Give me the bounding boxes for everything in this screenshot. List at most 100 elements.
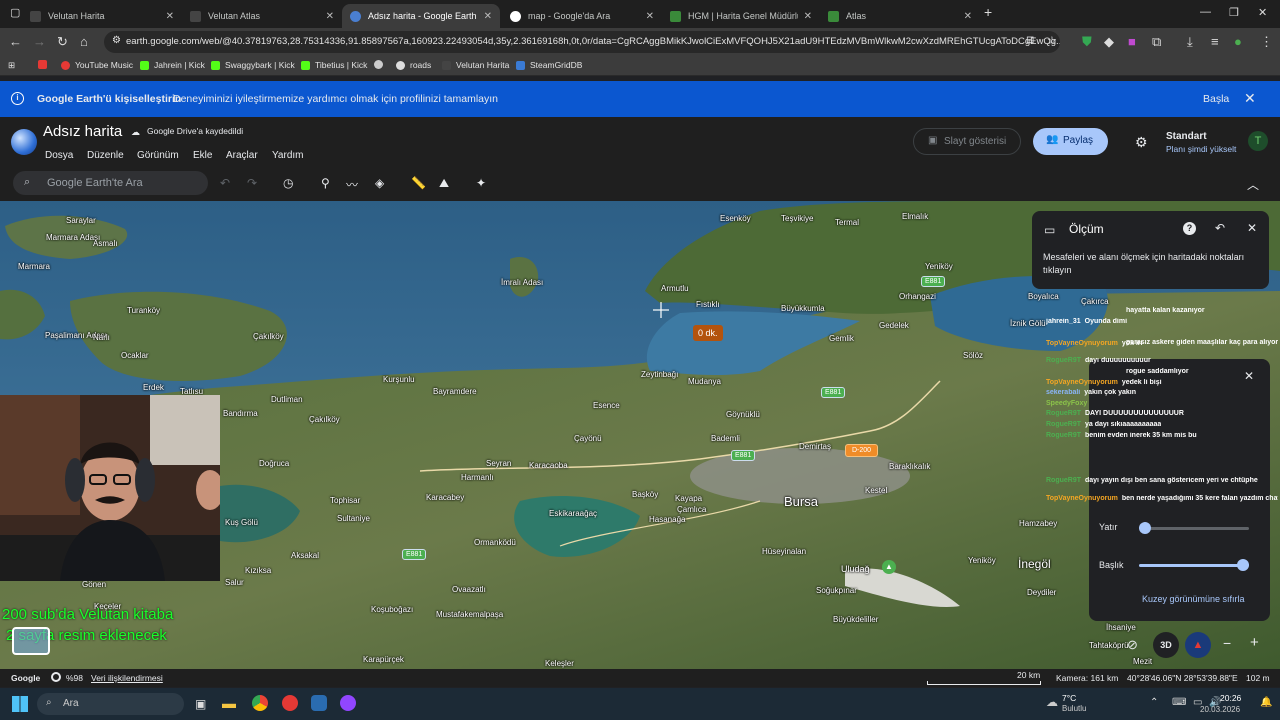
taskbar-search[interactable]: ⌕ Ara <box>37 693 184 715</box>
forward-icon[interactable]: → <box>33 34 46 49</box>
bookmark-swaggybark[interactable]: Swaggybark | Kick <box>211 60 295 70</box>
browser-tab[interactable]: Atlas ✕ <box>820 4 980 28</box>
tray-chevron-icon[interactable]: ⌃ <box>1150 697 1158 708</box>
close-tab-icon[interactable]: ✕ <box>326 11 334 22</box>
record-app-icon[interactable] <box>282 695 298 711</box>
url-text: earth.google.com/web/@40.37819763,28.753… <box>126 36 1060 47</box>
chat-text: dayı duuuuuuuuuur <box>1085 357 1151 364</box>
browser-tab[interactable]: map - Google'da Ara ✕ <box>502 4 662 28</box>
redo-icon[interactable]: ↷ <box>247 176 257 190</box>
collapse-toolbar-icon[interactable]: ︿ <box>1247 176 1259 193</box>
zoom-in-icon[interactable]: + <box>1250 634 1259 651</box>
compass-icon[interactable]: ▲ <box>1185 632 1211 658</box>
3d-button[interactable]: 3D <box>1153 632 1179 658</box>
layers-icon[interactable]: ◈ <box>375 176 384 190</box>
tilt-slider-knob[interactable] <box>1139 522 1151 534</box>
banner-close-icon[interactable]: ✕ <box>1244 90 1256 107</box>
measure-undo-icon[interactable]: ↶ <box>1215 221 1225 235</box>
view-panel-close-icon[interactable]: ✕ <box>1244 369 1254 383</box>
help-icon[interactable]: ? <box>1183 222 1196 235</box>
reading-list-icon[interactable]: ≡ <box>1211 34 1219 49</box>
chrome-icon[interactable] <box>252 695 268 711</box>
reset-north-button[interactable]: Kuzey görünümüne sıfırla <box>1142 594 1245 604</box>
menu-tools[interactable]: Araçlar <box>226 150 258 161</box>
chat-message: hayatta kalan kazanıyor <box>1126 307 1205 314</box>
close-tab-icon[interactable]: ✕ <box>646 11 654 22</box>
bookmark-tibetius[interactable]: Tibetius | Kick <box>301 60 367 70</box>
keyboard-icon[interactable]: ⌨ <box>1172 697 1186 708</box>
profile-avatar-icon[interactable]: ● <box>1234 34 1242 49</box>
satellite-tool-icon[interactable]: ✦ <box>476 176 486 190</box>
bookmark-jahrein[interactable]: Jahrein | Kick <box>140 60 205 70</box>
document-title[interactable]: Adsız harita <box>43 123 122 140</box>
heading-slider[interactable] <box>1139 559 1249 571</box>
kick-icon <box>301 60 310 70</box>
elevation-profile-icon[interactable]: ⛰ <box>439 176 449 191</box>
file-explorer-icon[interactable]: ▬ <box>222 695 236 711</box>
download-icon[interactable]: ⤓ <box>1187 34 1193 50</box>
close-window-icon[interactable]: ✕ <box>1258 6 1267 19</box>
menu-edit[interactable]: Düzenle <box>87 150 124 161</box>
obs-icon[interactable] <box>340 695 356 711</box>
history-icon[interactable]: ◷ <box>283 176 293 190</box>
data-attribution-link[interactable]: Veri ilişkilendirmesi <box>91 673 163 683</box>
menu-insert[interactable]: Ekle <box>193 150 212 161</box>
task-view-icon[interactable]: ▣ <box>195 697 206 711</box>
menu-view[interactable]: Görünüm <box>137 150 179 161</box>
steam-icon[interactable] <box>311 695 327 711</box>
banner-start-button[interactable]: Başla <box>1203 93 1229 105</box>
apps-grid-icon[interactable]: ⊞ <box>8 60 15 71</box>
back-icon[interactable]: ← <box>9 34 22 49</box>
notification-icon[interactable]: 🔔 <box>1260 697 1272 708</box>
account-avatar[interactable]: T <box>1248 131 1268 151</box>
heading-slider-knob[interactable] <box>1237 559 1249 571</box>
extensions-puzzle-icon[interactable]: ⧉ <box>1152 34 1161 50</box>
extension-purple-icon[interactable]: ■ <box>1128 34 1136 49</box>
reload-icon[interactable]: ↻ <box>57 34 68 50</box>
slideshow-button[interactable]: ▣ Slayt gösterisi <box>913 128 1021 155</box>
close-tab-icon[interactable]: ✕ <box>166 11 174 22</box>
maximize-icon[interactable]: ❐ <box>1229 6 1239 19</box>
share-button[interactable]: 👥 Paylaş <box>1033 128 1108 155</box>
toggle-3d-off-icon[interactable]: ⊘ <box>1127 637 1138 653</box>
settings-gear-icon[interactable]: ⚙ <box>1135 134 1148 151</box>
close-tab-icon[interactable]: ✕ <box>804 11 812 22</box>
bookmark-velutan-harita[interactable]: Velutan Harita <box>442 60 509 70</box>
bookmark-star-icon[interactable]: ☆ <box>1047 34 1057 47</box>
add-placemark-icon[interactable]: ⚲ <box>321 176 330 190</box>
home-icon[interactable]: ⌂ <box>80 34 88 49</box>
bookmark-steamgriddb[interactable]: SteamGridDB <box>516 60 582 70</box>
browser-tab[interactable]: HGM | Harita Genel Müdürlüğü ✕ <box>662 4 820 28</box>
close-tab-icon[interactable]: ✕ <box>964 11 972 22</box>
browser-tab-active[interactable]: Adsız harita - Google Earth ✕ <box>342 4 500 28</box>
earth-search-input[interactable]: ⌕ Google Earth'te Ara <box>13 171 208 195</box>
extension-diamond-icon[interactable]: ◆ <box>1104 34 1114 50</box>
zoom-out-icon[interactable]: − <box>1223 635 1231 651</box>
upgrade-link[interactable]: Planı şimdi yükselt <box>1166 144 1236 154</box>
tilt-slider[interactable] <box>1139 522 1249 534</box>
close-tab-icon[interactable]: ✕ <box>484 11 492 22</box>
windows-start-icon[interactable] <box>12 696 28 712</box>
menu-help[interactable]: Yardım <box>272 150 304 161</box>
add-path-icon[interactable]: 〰 <box>346 176 358 193</box>
measure-close-icon[interactable]: ✕ <box>1247 221 1257 235</box>
tab-search-icon[interactable]: ▢ <box>10 6 20 19</box>
undo-icon[interactable]: ↶ <box>220 176 230 190</box>
bookmark-youtube-music[interactable]: YouTube Music <box>61 60 133 70</box>
menu-file[interactable]: Dosya <box>45 150 73 161</box>
browser-menu-icon[interactable]: ⋮ <box>1260 34 1273 50</box>
address-bar[interactable]: ⚙ earth.google.com/web/@40.37819763,28.7… <box>104 31 1060 53</box>
new-tab-icon[interactable]: + <box>984 4 992 20</box>
browser-tab[interactable]: Velutan Harita ✕ <box>22 4 182 28</box>
mountain-marker-icon[interactable]: ▲ <box>882 560 896 574</box>
minimize-icon[interactable]: — <box>1200 6 1211 18</box>
globe-bookmark-icon[interactable] <box>374 60 388 69</box>
extension-shield-icon[interactable]: ⛊ <box>1082 34 1092 50</box>
bookmark-roads[interactable]: roads <box>396 60 431 70</box>
measure-ruler-icon[interactable]: 📏 <box>411 176 426 190</box>
earth-logo-icon[interactable] <box>11 129 37 155</box>
browser-tab[interactable]: Velutan Atlas ✕ <box>182 4 342 28</box>
install-app-icon[interactable]: ⊡ <box>1026 35 1034 46</box>
site-info-icon[interactable]: ⚙ <box>112 35 121 46</box>
youtube-bookmark-icon[interactable] <box>38 60 52 69</box>
